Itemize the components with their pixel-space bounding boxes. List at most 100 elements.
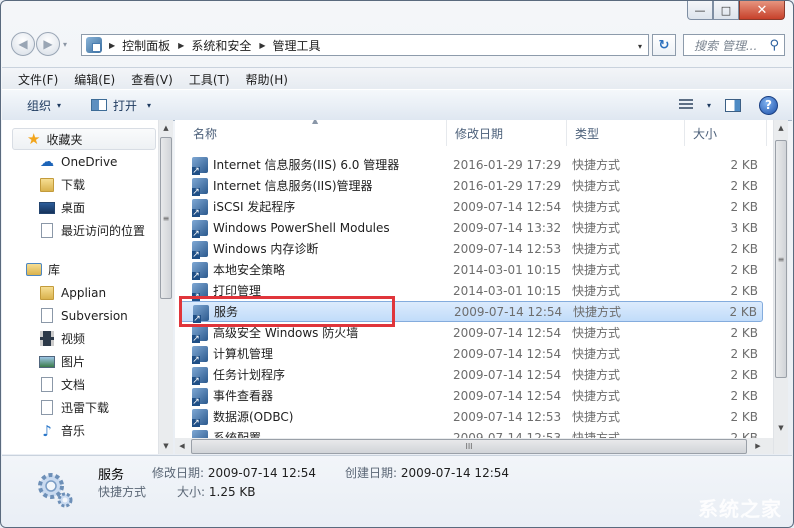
list-item[interactable]: 系统配置 2009-07-14 12:53 快捷方式 2 KB <box>180 427 763 438</box>
nav-item-videos[interactable]: 视频 <box>2 327 158 350</box>
nav-libraries[interactable]: 库 <box>2 258 158 281</box>
libraries-icon <box>26 262 42 278</box>
column-date-modified[interactable]: 修改日期 <box>447 120 567 146</box>
item-size: 2 KB <box>730 178 758 193</box>
view-options-dropdown[interactable]: ▾ <box>707 101 711 110</box>
nav-item-pictures[interactable]: 图片 <box>2 350 158 373</box>
scroll-thumb[interactable]: ≡ <box>775 140 787 378</box>
menu-view[interactable]: 查看(V) <box>131 71 173 88</box>
item-size: 2 KB <box>730 388 758 403</box>
services-gear-icon <box>38 473 73 508</box>
menu-file[interactable]: 文件(F) <box>18 71 58 88</box>
list-item[interactable]: 任务计划程序 2009-07-14 12:54 快捷方式 2 KB <box>180 364 763 385</box>
explorer-window: — □ ✕ ◀ ▶ ▾ ▶ 控制面板 ▶ 系统和安全 ▶ 管理工具 ▾ ↻ 搜索… <box>0 0 794 528</box>
nav-favorites[interactable]: ★ 收藏夹 <box>12 128 156 150</box>
shortcut-icon <box>192 241 208 259</box>
item-name: 任务计划程序 <box>213 368 286 382</box>
item-size: 2 KB <box>730 430 758 439</box>
preview-pane-icon[interactable] <box>725 98 741 112</box>
nav-item-downloads[interactable]: 下载 <box>2 173 158 196</box>
item-name: Internet 信息服务(IIS) 6.0 管理器 <box>213 158 400 172</box>
item-type: 快捷方式 <box>572 158 621 172</box>
item-size: 2 KB <box>729 304 757 319</box>
column-name[interactable]: 名称 <box>185 120 447 146</box>
scroll-right-button[interactable]: ▶ <box>751 438 765 454</box>
breadcrumb-admin-tools[interactable]: 管理工具 <box>273 37 321 54</box>
item-date-modified: 2016-01-29 17:29 <box>453 178 562 193</box>
breadcrumb-system-security[interactable]: 系统和安全 <box>191 37 251 54</box>
cloud-icon: ☁ <box>40 153 54 170</box>
caption-buttons: — □ ✕ <box>687 1 785 21</box>
list-item[interactable]: Internet 信息服务(IIS) 6.0 管理器 2016-01-29 17:… <box>180 154 763 175</box>
address-dropdown-icon[interactable]: ▾ <box>638 42 642 51</box>
horizontal-scroll-thumb[interactable]: III <box>191 439 747 454</box>
nav-item-desktop[interactable]: 桌面 <box>2 196 158 219</box>
address-bar[interactable]: ▶ 控制面板 ▶ 系统和安全 ▶ 管理工具 ▾ <box>81 34 649 56</box>
open-button[interactable]: 打开 ▾ <box>91 97 151 114</box>
video-icon <box>39 331 55 347</box>
menu-edit[interactable]: 编辑(E) <box>74 71 115 88</box>
list-scrollbar[interactable]: ▲ ≡ ▼ <box>773 120 788 454</box>
item-date-modified: 2009-07-14 12:54 <box>454 304 563 319</box>
scroll-up-button[interactable]: ▲ <box>159 120 173 136</box>
maximize-button[interactable]: □ <box>713 1 739 20</box>
scroll-thumb[interactable]: ≡ <box>160 137 172 299</box>
list-item[interactable]: Internet 信息服务(IIS)管理器 2016-01-29 17:29 快捷方… <box>180 175 763 196</box>
menu-tools[interactable]: 工具(T) <box>189 71 230 88</box>
close-button[interactable]: ✕ <box>739 1 785 20</box>
chevron-down-icon[interactable]: ▾ <box>147 101 151 110</box>
breadcrumb-control-panel[interactable]: 控制面板 <box>122 37 170 54</box>
back-button[interactable]: ◀ <box>11 32 35 56</box>
star-icon: ★ <box>27 130 41 148</box>
nav-item-xunlei[interactable]: 迅雷下载 <box>2 396 158 419</box>
breadcrumb-separator[interactable]: ▶ <box>109 41 115 50</box>
search-input[interactable]: 搜索 管理... <box>694 37 769 54</box>
list-item[interactable]: iSCSI 发起程序 2009-07-14 12:54 快捷方式 2 KB <box>180 196 763 217</box>
scroll-left-button[interactable]: ◀ <box>175 438 189 454</box>
list-item[interactable]: Windows 内存诊断 2009-07-14 12:53 快捷方式 2 KB <box>180 238 763 259</box>
help-icon[interactable]: ? <box>759 95 778 115</box>
item-size: 2 KB <box>730 367 758 382</box>
item-type: 快捷方式 <box>572 263 621 277</box>
nav-item-label: OneDrive <box>61 154 118 169</box>
change-view-icon[interactable] <box>678 99 693 111</box>
organize-button[interactable]: 组织 ▾ <box>27 97 61 114</box>
column-type[interactable]: 类型 <box>567 120 685 146</box>
minimize-button[interactable]: — <box>687 1 713 20</box>
forward-button[interactable]: ▶ <box>36 32 60 56</box>
nav-item-recent-places[interactable]: 最近访问的位置 <box>2 219 158 242</box>
breadcrumb-separator[interactable]: ▶ <box>259 41 265 50</box>
list-item[interactable]: 数据源(ODBC) 2009-07-14 12:53 快捷方式 2 KB <box>180 406 763 427</box>
breadcrumb-separator[interactable]: ▶ <box>178 41 184 50</box>
refresh-icon: ↻ <box>658 37 670 53</box>
control-panel-icon <box>86 37 102 53</box>
list-item[interactable]: 计算机管理 2009-07-14 12:54 快捷方式 2 KB <box>180 343 763 364</box>
list-item[interactable]: Windows PowerShell Modules 2009-07-14 13:… <box>180 217 763 238</box>
refresh-button[interactable]: ↻ <box>652 34 676 56</box>
size-value: 1.25 KB <box>208 485 256 499</box>
search-box[interactable]: 搜索 管理... ⚲ <box>683 34 785 56</box>
nav-item-music[interactable]: ♪ 音乐 <box>2 419 158 442</box>
item-date-modified: 2009-07-14 12:53 <box>453 430 562 439</box>
list-item[interactable]: 事件查看器 2009-07-14 12:54 快捷方式 2 KB <box>180 385 763 406</box>
horizontal-scrollbar[interactable]: ◀ III ▶ <box>175 438 773 454</box>
scroll-up-button[interactable]: ▲ <box>774 120 788 136</box>
item-size: 2 KB <box>730 199 758 214</box>
nav-item-subversion[interactable]: Subversion <box>2 304 158 327</box>
open-icon <box>91 99 108 111</box>
nav-pane-scrollbar[interactable]: ▲ ≡ ▼ <box>158 120 173 454</box>
list-item[interactable]: 本地安全策略 2014-03-01 10:15 快捷方式 2 KB <box>180 259 763 280</box>
column-size[interactable]: 大小 <box>685 120 767 146</box>
scroll-down-button[interactable]: ▼ <box>774 420 788 436</box>
item-type: 快捷方式 <box>572 179 621 193</box>
item-type: 快捷方式 <box>572 200 621 214</box>
menu-help[interactable]: 帮助(H) <box>246 71 288 88</box>
nav-item-applian[interactable]: Applian <box>2 281 158 304</box>
nav-item-documents[interactable]: 文档 <box>2 373 158 396</box>
recent-pages-dropdown[interactable]: ▾ <box>63 40 67 49</box>
search-icon[interactable]: ⚲ <box>769 38 779 53</box>
scroll-down-button[interactable]: ▼ <box>159 438 173 454</box>
shortcut-icon <box>192 262 208 280</box>
nav-item-onedrive[interactable]: ☁ OneDrive <box>2 150 158 173</box>
item-name: 系统配置 <box>213 431 262 438</box>
